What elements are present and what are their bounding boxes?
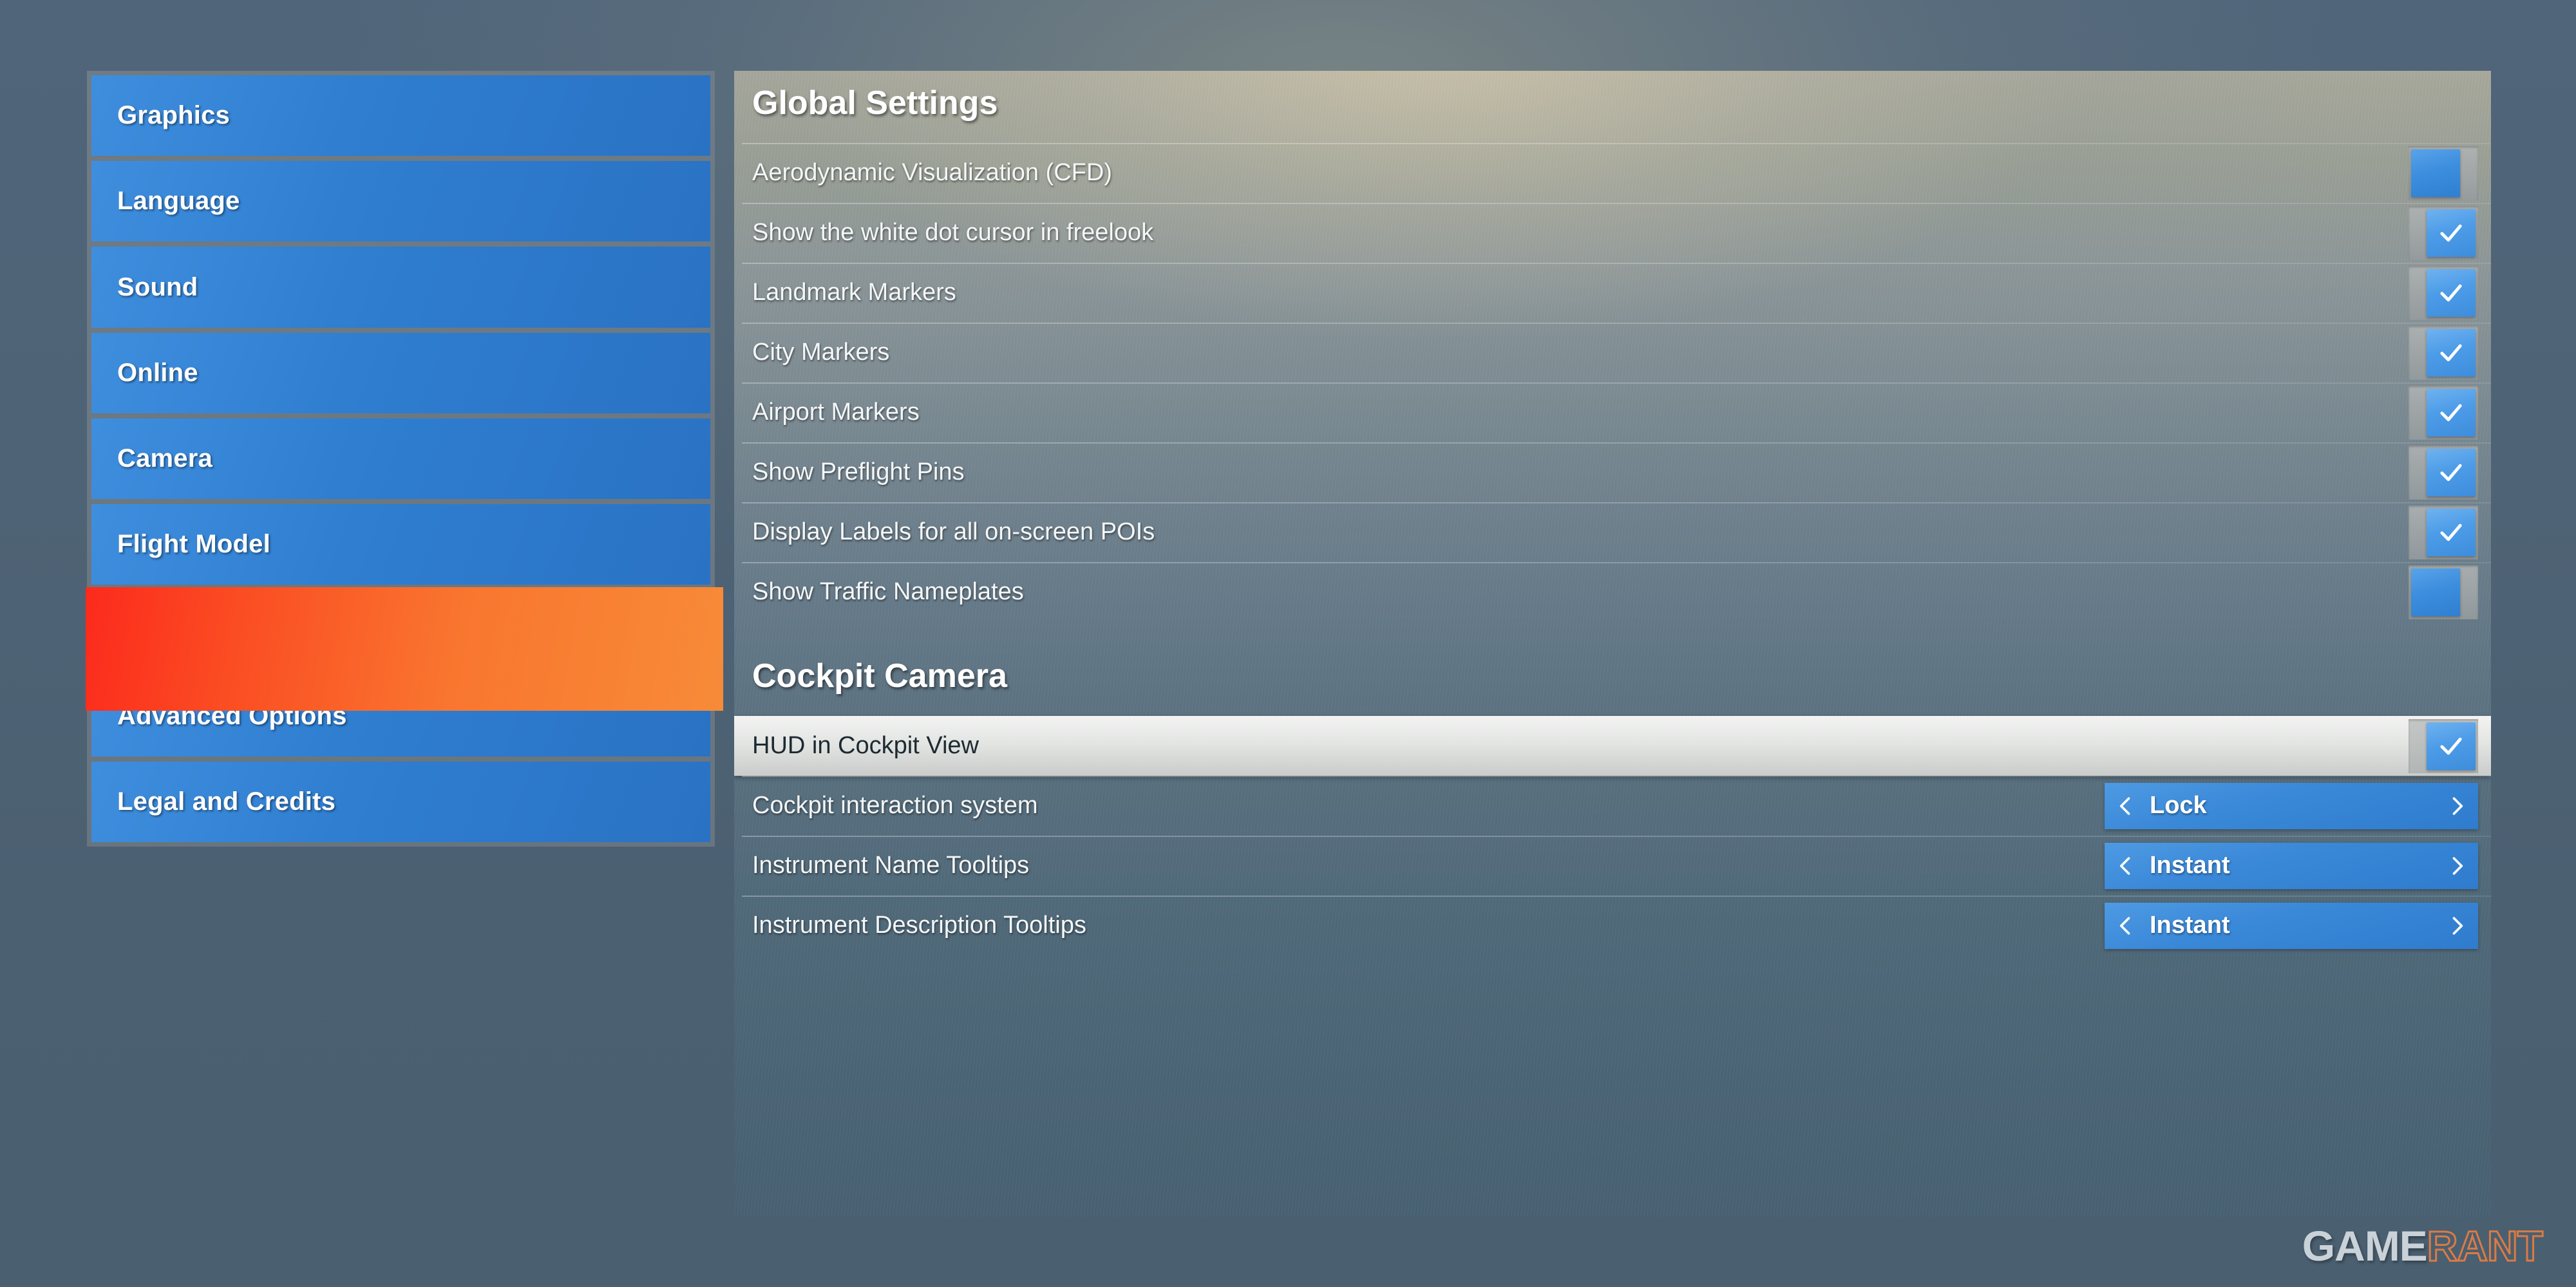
setting-toggle[interactable] — [2409, 146, 2478, 200]
chevron-right-icon[interactable] — [2437, 912, 2478, 939]
row-divider — [742, 442, 2491, 444]
setting-label: Instrument Name Tooltips — [752, 852, 1030, 879]
checkmark-icon — [2435, 400, 2467, 426]
setting-stepper[interactable]: Instant — [2105, 842, 2478, 889]
checkmark-icon — [2435, 340, 2467, 366]
setting-row[interactable]: Show Traffic Nameplates — [734, 562, 2491, 622]
row-divider — [742, 836, 2491, 837]
gamerant-watermark: GAME RANT — [2302, 1221, 2544, 1271]
chevron-left-icon[interactable] — [2105, 852, 2146, 879]
sidebar-item-online[interactable]: Online — [91, 332, 710, 413]
settings-sidebar: Graphics Language Sound Online Camera Flight … — [87, 71, 715, 847]
toggle-knob — [2427, 209, 2476, 257]
setting-stepper[interactable]: Lock — [2105, 782, 2478, 829]
chevron-left-icon[interactable] — [2105, 793, 2146, 820]
chevron-right-icon[interactable] — [2437, 793, 2478, 820]
toggle-knob — [2427, 448, 2476, 496]
section-title: Cockpit Camera — [752, 657, 1007, 695]
selected-corner-check-icon — [614, 614, 710, 671]
setting-row[interactable]: Instrument Name Tooltips Instant — [734, 836, 2491, 896]
row-divider — [742, 382, 2491, 384]
watermark-game-text: GAME — [2302, 1222, 2428, 1270]
setting-row[interactable]: Display Labels for all on-screen POIs — [734, 502, 2491, 562]
sidebar-item-label: Advanced Options — [117, 701, 347, 730]
sidebar-item-flight-interface[interactable]: Flight Interface — [91, 590, 710, 671]
sidebar-item-label: Flight Interface — [117, 615, 304, 644]
row-divider — [742, 562, 2491, 563]
setting-toggle[interactable] — [2409, 265, 2478, 320]
setting-row[interactable]: Cockpit interaction system Lock — [734, 776, 2491, 836]
sidebar-item-graphics[interactable]: Graphics — [91, 75, 710, 156]
setting-toggle[interactable] — [2409, 719, 2478, 773]
toggle-knob — [2427, 388, 2476, 437]
setting-label: Instrument Description Tooltips — [752, 912, 1086, 939]
setting-stepper[interactable]: Instant — [2105, 902, 2478, 949]
stepper-value: Instant — [2150, 852, 2230, 879]
setting-row[interactable]: Instrument Description Tooltips Instant — [734, 896, 2491, 955]
sidebar-item-camera[interactable]: Camera — [91, 418, 710, 500]
setting-label: Cockpit interaction system — [752, 792, 1038, 819]
setting-row[interactable]: City Markers — [734, 323, 2491, 382]
checkmark-icon — [2435, 460, 2467, 485]
toggle-knob — [2411, 568, 2460, 616]
sidebar-item-label: Graphics — [117, 101, 230, 130]
checkmark-icon — [2435, 520, 2467, 545]
settings-content-panel: Global Settings Aerodynamic Visualization… — [734, 71, 2491, 1217]
setting-label: Display Labels for all on-screen POIs — [752, 518, 1155, 545]
section-title: Global Settings — [752, 84, 998, 122]
settings-screen: Graphics Language Sound Online Camera Flight … — [0, 0, 2576, 1287]
row-divider — [742, 323, 2491, 324]
sidebar-item-label: Camera — [117, 444, 213, 473]
setting-toggle[interactable] — [2409, 325, 2478, 380]
checkmark-icon — [2435, 220, 2467, 246]
chevron-left-icon[interactable] — [2105, 912, 2146, 939]
setting-row[interactable]: HUD in Cockpit View — [734, 716, 2491, 776]
setting-label: Show Traffic Nameplates — [752, 578, 1024, 605]
setting-label: Show the white dot cursor in freelook — [752, 219, 1154, 246]
row-divider — [742, 143, 2491, 144]
toggle-knob — [2411, 149, 2460, 197]
setting-row[interactable]: Landmark Markers — [734, 263, 2491, 323]
toggle-knob — [2427, 508, 2476, 556]
toggle-knob — [2427, 268, 2476, 317]
watermark-rant-text: RANT — [2426, 1221, 2544, 1271]
toggle-knob — [2427, 328, 2476, 377]
checkmark-icon — [2435, 733, 2467, 759]
row-divider — [742, 263, 2491, 264]
sidebar-item-label: Flight Model — [117, 530, 270, 559]
stepper-value: Instant — [2150, 912, 2230, 939]
sidebar-item-flight-model[interactable]: Flight Model — [91, 504, 710, 585]
setting-toggle[interactable] — [2409, 205, 2478, 260]
row-divider — [742, 776, 2491, 777]
row-divider — [742, 502, 2491, 503]
setting-row[interactable]: Show the white dot cursor in freelook — [734, 203, 2491, 263]
setting-toggle[interactable] — [2409, 445, 2478, 500]
sidebar-item-label: Language — [117, 187, 240, 216]
setting-toggle[interactable] — [2409, 385, 2478, 440]
setting-label: Aerodynamic Visualization (CFD) — [752, 159, 1112, 186]
sidebar-item-label: Sound — [117, 272, 198, 301]
sidebar-item-legal-and-credits[interactable]: Legal and Credits — [91, 761, 710, 842]
checkmark-icon — [2435, 280, 2467, 306]
setting-label: City Markers — [752, 339, 890, 366]
setting-row[interactable]: Show Preflight Pins — [734, 442, 2491, 502]
sidebar-item-label: Legal and Credits — [117, 787, 336, 816]
setting-toggle[interactable] — [2409, 505, 2478, 559]
setting-label: Landmark Markers — [752, 279, 956, 306]
sidebar-item-sound[interactable]: Sound — [91, 247, 710, 328]
stepper-value: Lock — [2150, 792, 2207, 819]
sidebar-item-label: Online — [117, 358, 198, 387]
setting-label: HUD in Cockpit View — [752, 732, 979, 759]
chevron-right-icon[interactable] — [2437, 852, 2478, 879]
setting-row[interactable]: Aerodynamic Visualization (CFD) — [734, 143, 2491, 203]
toggle-knob — [2427, 722, 2476, 770]
setting-label: Show Preflight Pins — [752, 458, 965, 485]
setting-label: Airport Markers — [752, 399, 920, 426]
sidebar-item-language[interactable]: Language — [91, 161, 710, 242]
row-divider — [742, 896, 2491, 897]
sidebar-item-advanced-options[interactable]: Advanced Options — [91, 675, 710, 756]
setting-toggle[interactable] — [2409, 565, 2478, 619]
setting-row[interactable]: Airport Markers — [734, 382, 2491, 442]
row-divider — [742, 203, 2491, 204]
